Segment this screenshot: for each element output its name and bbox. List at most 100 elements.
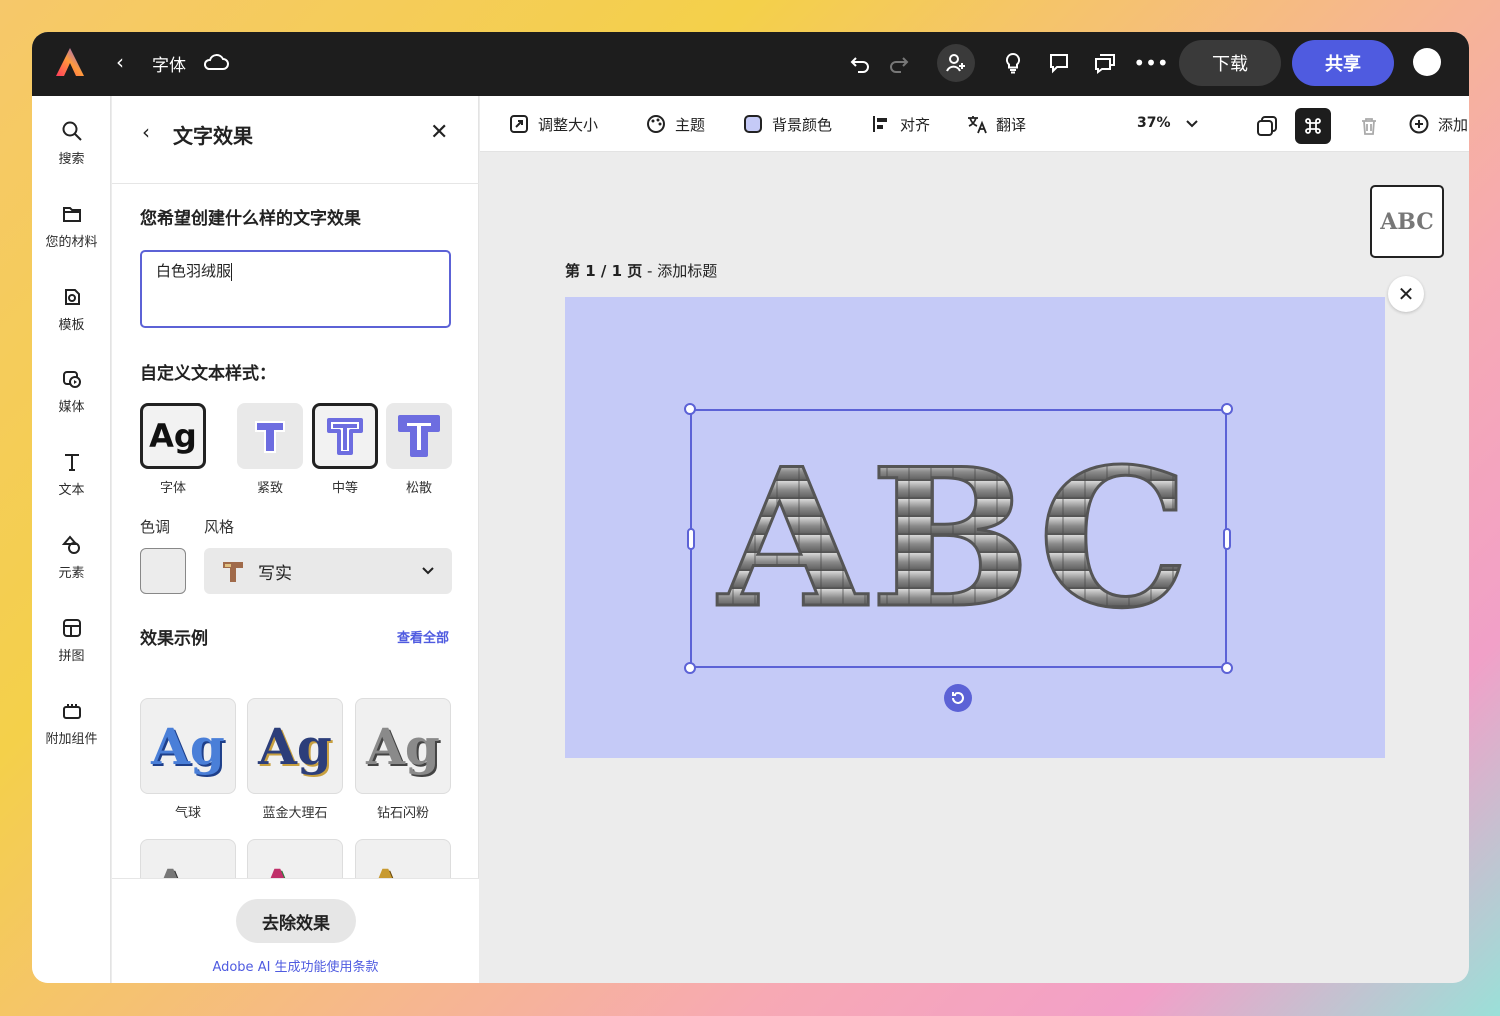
example-6[interactable]: Ag	[355, 839, 451, 878]
style-option-loose[interactable]: 松散	[386, 403, 452, 496]
rail-label: 拼图	[58, 649, 85, 664]
rotate-icon	[952, 692, 964, 704]
resize-handle-br[interactable]	[1221, 662, 1233, 674]
style-dropdown[interactable]: 写实	[204, 548, 452, 594]
example-blue-gold-marble[interactable]: Ag 蓝金大理石	[247, 698, 343, 821]
selection-box[interactable]	[690, 409, 1227, 668]
resize-tool[interactable]: 调整大小	[508, 113, 598, 135]
resize-handle-tl[interactable]	[684, 403, 696, 415]
rail-label: 附加组件	[45, 732, 98, 747]
example-diamond-glitter[interactable]: Ag 钻石闪粉	[355, 698, 451, 821]
realistic-t-icon	[223, 562, 243, 582]
rail-item-search[interactable]: 搜索	[32, 120, 111, 167]
rail-item-elements[interactable]: 元素	[32, 534, 111, 581]
folder-icon	[62, 207, 81, 222]
layers-button[interactable]	[1249, 108, 1285, 144]
tool-label: 调整大小	[538, 115, 599, 134]
tool-label: 背景颜色	[772, 115, 833, 134]
lightbulb-icon[interactable]	[998, 48, 1028, 78]
grid-icon	[62, 619, 81, 637]
page-thumbnail[interactable]: ABC	[1370, 185, 1444, 258]
thumbnail-close-icon[interactable]: ✕	[1388, 276, 1424, 312]
theme-tool[interactable]: 主题	[645, 113, 705, 135]
resize-handle-left[interactable]	[687, 528, 695, 550]
see-all-link[interactable]: 查看全部	[397, 627, 449, 646]
zoom-level[interactable]: 37%	[1137, 115, 1171, 131]
templates-icon	[64, 289, 80, 305]
example-label: 蓝金大理石	[262, 806, 328, 821]
search-icon	[62, 121, 82, 141]
redo-icon[interactable]	[884, 48, 914, 78]
rail-item-your-stuff[interactable]: 您的材料	[32, 203, 111, 250]
t-tight-icon	[255, 421, 285, 453]
style-option-font[interactable]: Ag 字体	[140, 403, 206, 496]
background-color-icon	[744, 115, 762, 133]
medium-style-tile	[312, 403, 378, 469]
example-thumb: Ag	[355, 839, 451, 878]
text-caret	[231, 262, 233, 281]
example-4[interactable]: Ag	[140, 839, 236, 878]
background-color-tool[interactable]: 背景颜色	[742, 113, 832, 135]
chevron-down-icon	[422, 567, 434, 575]
rail-label: 模板	[58, 318, 85, 333]
rail-item-media[interactable]: 媒体	[32, 368, 111, 415]
command-icon	[1305, 118, 1321, 134]
back-chevron-icon[interactable]: ‹	[116, 50, 124, 74]
font-style-tile: Ag	[140, 403, 206, 469]
panel-close-icon[interactable]: ✕	[430, 120, 448, 145]
prompt-text: 白色羽绒服	[156, 262, 232, 280]
rail-item-add-ons[interactable]: 附加组件	[32, 700, 111, 747]
avatar[interactable]	[1413, 48, 1441, 76]
add-circle-icon	[1409, 114, 1429, 134]
resize-handle-bl[interactable]	[684, 662, 696, 674]
panel-back-icon[interactable]: ‹	[142, 120, 150, 144]
ai-terms-link[interactable]: Adobe AI 生成功能使用条款	[112, 956, 479, 975]
more-options-icon[interactable]: •••	[1133, 48, 1168, 78]
adobe-express-logo-icon[interactable]	[54, 46, 86, 80]
style-option-tight[interactable]: 紧致	[237, 403, 303, 496]
align-tool[interactable]: 对齐	[870, 113, 930, 135]
more-tools-button[interactable]	[1295, 108, 1331, 144]
tone-label: 色调	[140, 518, 171, 536]
resize-handle-right[interactable]	[1223, 528, 1231, 550]
rail-item-text[interactable]: 文本	[32, 451, 111, 498]
example-thumb: Ag	[140, 839, 236, 878]
rotate-handle[interactable]	[944, 684, 972, 712]
page-label[interactable]: 第 1 / 1 页 - 添加标题	[565, 260, 717, 281]
style-option-label: 紧致	[256, 481, 283, 496]
canvas-toolbar: 调整大小 主题 背景颜色 对齐 翻译 37% 添加	[480, 96, 1469, 152]
align-left-icon	[873, 116, 887, 132]
zoom-chevron-down-icon[interactable]	[1182, 113, 1202, 133]
trash-icon	[1362, 118, 1376, 135]
remove-effect-button[interactable]: 去除效果	[236, 899, 356, 943]
rail-item-templates[interactable]: 模板	[32, 286, 111, 333]
style-option-medium[interactable]: 中等	[312, 403, 378, 496]
resize-handle-tr[interactable]	[1221, 403, 1233, 415]
custom-style-label: 自定义文本样式：	[140, 364, 276, 384]
rail-label: 元素	[58, 566, 85, 581]
delete-button[interactable]	[1351, 108, 1387, 144]
download-button[interactable]: 下载	[1179, 40, 1281, 86]
prompt-input[interactable]: 白色羽绒服	[140, 250, 451, 328]
layers-icon	[1257, 116, 1277, 136]
share-button[interactable]: 共享	[1292, 40, 1394, 86]
comment-icon[interactable]	[1044, 48, 1074, 78]
panel-header: ‹ 文字效果 ✕	[112, 96, 479, 184]
example-thumb: Ag	[247, 698, 343, 794]
add-button[interactable]: 添加	[1408, 113, 1468, 135]
palette-icon	[647, 115, 665, 133]
rail-item-grids[interactable]: 拼图	[32, 617, 111, 664]
ag-glyph-icon: Ag	[149, 417, 197, 455]
example-5[interactable]: Ag	[247, 839, 343, 878]
cloud-icon[interactable]	[202, 48, 230, 76]
tone-color-swatch[interactable]	[140, 548, 186, 594]
shapes-icon	[61, 535, 80, 554]
document-title[interactable]: 字体	[152, 51, 186, 76]
example-balloon[interactable]: Ag 气球	[140, 698, 236, 821]
page-title: - 添加标题	[642, 262, 718, 280]
invite-user-button[interactable]	[937, 44, 975, 82]
undo-icon[interactable]	[845, 48, 875, 78]
present-comments-icon[interactable]	[1090, 48, 1120, 78]
translate-tool[interactable]: 翻译	[966, 113, 1026, 135]
app-window: ‹ 字体 ••• 下载 共享 搜索 您的材料 模板 媒体 文本 元素 拼图 附加…	[32, 32, 1469, 983]
